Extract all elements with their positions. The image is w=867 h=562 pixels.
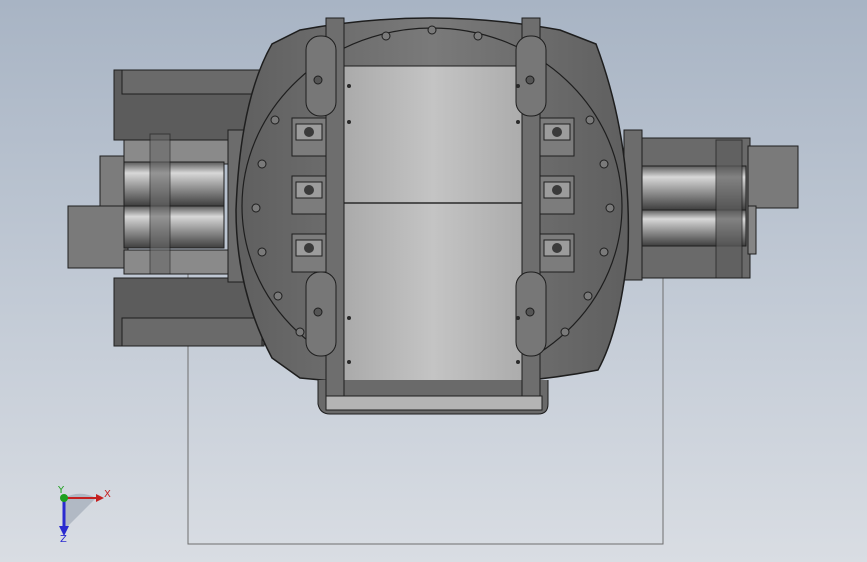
y-axis-label: Y <box>57 485 65 496</box>
left-lower-roller <box>123 205 225 249</box>
triad-backdrop <box>64 493 96 530</box>
cad-model-view[interactable]: X Y Z <box>0 0 867 562</box>
right-side-assembly <box>623 129 799 281</box>
center-plate <box>339 65 527 397</box>
left-upper-roller <box>123 161 225 207</box>
orientation-triad[interactable]: X Y Z <box>57 485 111 545</box>
x-axis-label: X <box>104 489 111 500</box>
left-side-assembly <box>67 69 265 347</box>
left-outer-bracket <box>67 205 129 269</box>
z-axis-label: Z <box>60 534 67 545</box>
cad-viewport[interactable]: X Y Z <box>0 0 867 562</box>
